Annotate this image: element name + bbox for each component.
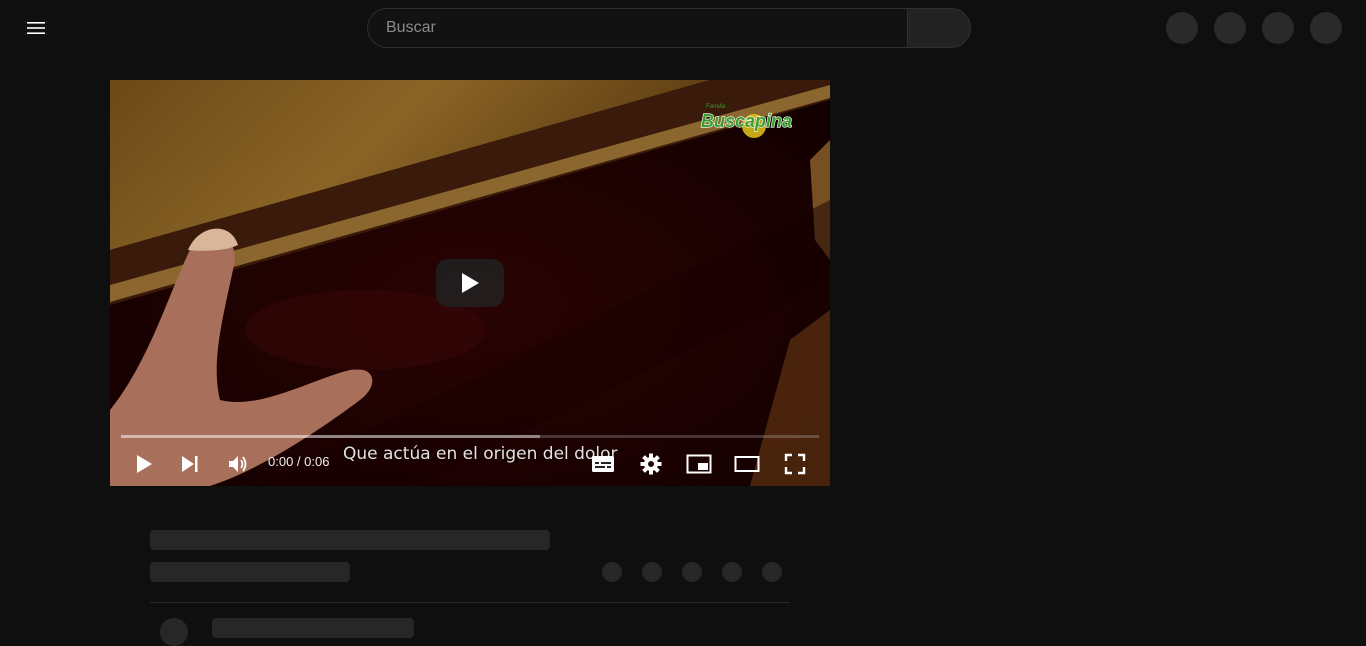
- play-icon: [137, 455, 152, 473]
- action-skeleton-1: [602, 562, 622, 582]
- play-button[interactable]: [126, 446, 162, 482]
- video-player[interactable]: Familia Buscapina Que actúa en el origen…: [110, 80, 830, 486]
- fullscreen-button[interactable]: [777, 446, 813, 482]
- time-total: 0:06: [304, 454, 330, 469]
- channel-name-skeleton: [212, 618, 414, 638]
- header-action-1[interactable]: [1166, 12, 1198, 44]
- miniplayer-icon: [686, 454, 712, 474]
- subtitles-icon: [592, 456, 614, 472]
- action-skeleton-5: [762, 562, 782, 582]
- svg-text:Buscapina: Buscapina: [701, 111, 792, 131]
- progress-bar[interactable]: [121, 435, 819, 438]
- channel-avatar-skeleton: [160, 618, 188, 646]
- fullscreen-icon: [784, 453, 806, 475]
- caption-text: Que actúa en el origen del dolor: [343, 444, 618, 464]
- top-header: [0, 0, 1366, 56]
- avatar[interactable]: [1310, 12, 1342, 44]
- time-display: 0:00 / 0:06: [268, 454, 329, 469]
- volume-icon: [229, 456, 247, 472]
- theater-mode-button[interactable]: [729, 446, 765, 482]
- header-action-3[interactable]: [1262, 12, 1294, 44]
- hamburger-menu-icon[interactable]: [20, 12, 52, 44]
- time-current: 0:00: [268, 454, 294, 469]
- action-skeleton-4: [722, 562, 742, 582]
- theater-mode-icon: [734, 456, 760, 472]
- divider: [150, 602, 790, 603]
- action-skeleton-3: [682, 562, 702, 582]
- skip-next-icon: [182, 456, 198, 472]
- next-button[interactable]: [172, 446, 208, 482]
- volume-button[interactable]: [220, 446, 256, 482]
- settings-button[interactable]: [633, 446, 669, 482]
- title-skeleton: [150, 530, 550, 550]
- time-separator: /: [293, 454, 305, 469]
- header-action-2[interactable]: [1214, 12, 1246, 44]
- large-play-button[interactable]: [436, 259, 504, 307]
- search-box: [367, 8, 908, 48]
- search-input[interactable]: [384, 18, 908, 38]
- progress-buffered: [121, 435, 540, 438]
- brand-logo: Familia Buscapina: [700, 104, 792, 138]
- gear-icon: [640, 453, 662, 475]
- search-button[interactable]: [907, 8, 971, 48]
- miniplayer-button[interactable]: [681, 446, 717, 482]
- play-icon: [462, 273, 479, 293]
- action-skeleton-2: [642, 562, 662, 582]
- subtitles-button[interactable]: [585, 446, 621, 482]
- svg-text:Familia: Familia: [706, 104, 726, 110]
- subtitle-skeleton: [150, 562, 350, 582]
